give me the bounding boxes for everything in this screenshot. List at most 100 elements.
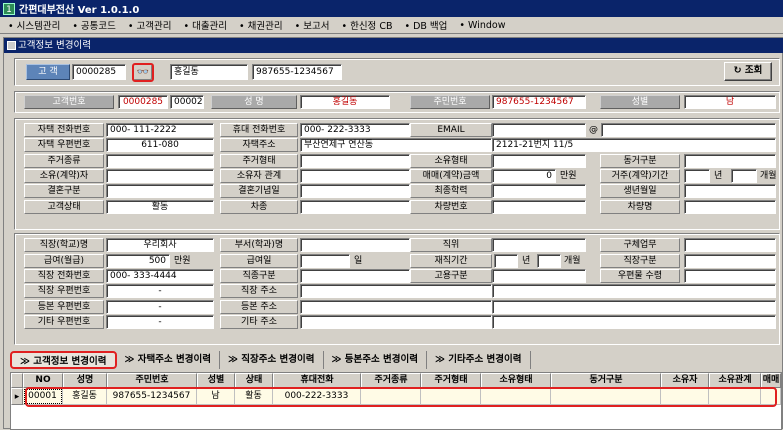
customer-no-input[interactable]: 0000285	[72, 64, 126, 80]
residence-years-input[interactable]	[684, 169, 710, 183]
ownership-form-input[interactable]	[492, 154, 586, 168]
tenure-months-unit: 개월	[564, 256, 581, 266]
grid-header-cell[interactable]: 성별	[197, 373, 235, 388]
summary-gender[interactable]: 남	[684, 95, 776, 109]
home-addr-label: 자택주소	[220, 138, 298, 152]
customer-search-button[interactable]: 👓	[132, 63, 154, 82]
home-zip-input[interactable]: 611-080	[106, 138, 214, 152]
anniversary-input[interactable]	[300, 184, 410, 198]
owner-input[interactable]	[106, 169, 214, 183]
trade-amount-input[interactable]: 0	[492, 169, 556, 183]
tab-home-address-history[interactable]: 자택주소 변경이력	[117, 351, 220, 369]
tab-work-address-history[interactable]: 직장주소 변경이력	[220, 351, 324, 369]
birthday-input[interactable]	[684, 184, 776, 198]
etc-zip-input[interactable]: -	[106, 315, 214, 329]
grid-header-cell[interactable]: 매매	[761, 373, 781, 388]
tenure-months-input[interactable]	[537, 254, 561, 268]
grid-header-cell[interactable]: 성명	[63, 373, 107, 388]
work-zip-input[interactable]: -	[106, 284, 214, 298]
job-kind-input[interactable]	[300, 269, 410, 283]
summary-resident-no[interactable]: 987655-1234567	[492, 95, 586, 109]
grid-header-cell[interactable]: 주거종류	[361, 373, 421, 388]
car-no-input[interactable]	[492, 200, 586, 214]
resident-no-input[interactable]: 987655-1234567	[252, 64, 342, 80]
mobile-input[interactable]: 000- 222-3333	[300, 123, 410, 137]
payday-input[interactable]	[300, 254, 350, 268]
duty-label: 구체업무	[600, 238, 680, 252]
customer-name-input[interactable]: 홍길동	[170, 64, 248, 80]
menu-customer[interactable]: 고객관리	[128, 18, 176, 32]
home-addr1-input[interactable]: 부산연제구 연산동	[300, 138, 492, 152]
summary-name[interactable]: 홍길동	[300, 95, 390, 109]
search-panel	[14, 58, 780, 86]
home-phone-input[interactable]: 000- 111-2222	[106, 123, 214, 137]
grid-header-cell[interactable]: 소유자	[661, 373, 709, 388]
position-input[interactable]	[492, 238, 586, 252]
company-input[interactable]: 우리회사	[106, 238, 214, 252]
app-title: 간편대부전산 Ver 1.0.1.0	[19, 5, 140, 16]
work-phone-input[interactable]: 000- 333-4444	[106, 269, 214, 283]
owner-relation-input[interactable]	[300, 169, 410, 183]
job-type-input[interactable]	[684, 254, 776, 268]
grid-header-cell[interactable]: 상태	[235, 373, 273, 388]
employ-type-label: 고용구분	[410, 269, 492, 283]
residence-type-label: 주거종류	[24, 154, 104, 168]
car-name-label: 차량명	[600, 200, 680, 214]
menu-loan[interactable]: 대출관리	[183, 18, 231, 32]
employ-type-input[interactable]	[492, 269, 586, 283]
history-window: 고객정보 변경이력 고 객 0000285 👓 홍길동 987655-12345…	[3, 37, 783, 430]
marital-input[interactable]	[106, 184, 214, 198]
tab-registry-address-history[interactable]: 등본주소 변경이력	[324, 351, 427, 369]
email-domain-input[interactable]	[601, 123, 776, 137]
car-type-input[interactable]	[300, 200, 410, 214]
grid-header-cell[interactable]: 소유관계	[709, 373, 761, 388]
email-user-input[interactable]	[492, 123, 586, 137]
grid-header: NO 성명 주민번호 성별 상태 휴대전화 주거종류 주거형태 소유형태 동거구…	[11, 373, 781, 388]
salary-input[interactable]: 500	[106, 254, 170, 268]
education-input[interactable]	[492, 184, 586, 198]
summary-sub-no[interactable]: 00002	[170, 95, 204, 109]
status-input[interactable]: 활동	[106, 200, 214, 214]
grid-header-cell[interactable]: 소유형태	[481, 373, 551, 388]
history-tabs: 고객정보 변경이력 자택주소 변경이력 직장주소 변경이력 등본주소 변경이력 …	[10, 351, 531, 369]
status-label: 고객상태	[24, 200, 104, 214]
reg-addr1-input[interactable]	[300, 300, 492, 314]
menu-db-backup[interactable]: DB 백업	[404, 18, 451, 32]
residence-type-input[interactable]	[106, 154, 214, 168]
etc-addr2-input[interactable]	[492, 315, 776, 329]
menu-cb[interactable]: 한신정 CB	[341, 18, 396, 32]
menu-system[interactable]: 시스템관리	[8, 18, 64, 32]
menu-bond[interactable]: 채권관리	[239, 18, 287, 32]
summary-gender-label: 성별	[600, 95, 680, 109]
grid-header-cell[interactable]: 동거구분	[551, 373, 661, 388]
residence-form-input[interactable]	[300, 154, 410, 168]
reg-zip-input[interactable]: -	[106, 300, 214, 314]
residence-form-label: 주거형태	[220, 154, 298, 168]
dept-label: 부서(학과)명	[220, 238, 298, 252]
menu-window[interactable]: Window	[459, 20, 509, 31]
grid-header-cell[interactable]: 휴대전화	[273, 373, 361, 388]
work-addr2-input[interactable]	[492, 284, 776, 298]
home-zip-label: 자택 우편번호	[24, 138, 104, 152]
menu-report[interactable]: 보고서	[295, 18, 334, 32]
work-addr1-input[interactable]	[300, 284, 492, 298]
mail-receive-input[interactable]	[684, 269, 776, 283]
grid-header-cell[interactable]: NO	[23, 373, 63, 388]
summary-customer-no[interactable]: 0000285	[118, 95, 168, 109]
residence-months-input[interactable]	[731, 169, 757, 183]
etc-addr1-input[interactable]	[300, 315, 492, 329]
tab-etc-address-history[interactable]: 기타주소 변경이력	[427, 351, 531, 369]
grid-header-cell[interactable]: 주거형태	[421, 373, 481, 388]
menu-common-code[interactable]: 공통코드	[72, 18, 120, 32]
grid-header-cell[interactable]: 주민번호	[107, 373, 197, 388]
tenure-years-input[interactable]	[494, 254, 518, 268]
reg-addr2-input[interactable]	[492, 300, 776, 314]
duty-input[interactable]	[684, 238, 776, 252]
query-button[interactable]: ↻ 조회	[724, 62, 772, 81]
cohabit-input[interactable]	[684, 154, 776, 168]
home-addr2-input[interactable]: 2121-21번지 11/5	[492, 138, 776, 152]
dept-input[interactable]	[300, 238, 410, 252]
tab-customer-history[interactable]: 고객정보 변경이력	[10, 351, 117, 369]
position-label: 직위	[410, 238, 492, 252]
car-name-input[interactable]	[684, 200, 776, 214]
